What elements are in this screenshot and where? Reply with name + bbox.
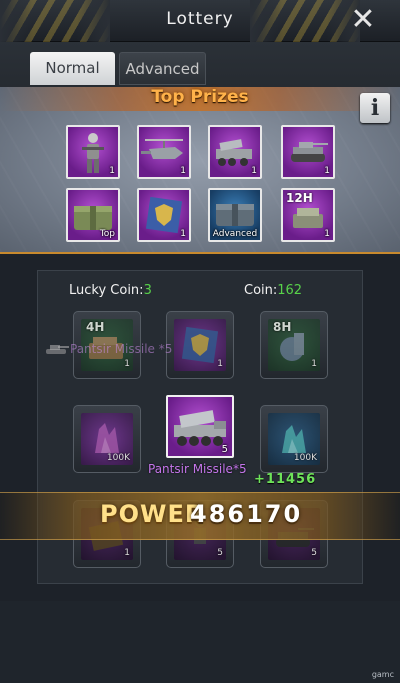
prize-advanced-crate[interactable]: Advanced: [208, 188, 262, 242]
board-slot-3[interactable]: 8H 1: [260, 311, 328, 379]
prize-qty: 1: [180, 229, 186, 239]
prize-speedup[interactable]: 12H 1: [281, 188, 335, 242]
lucky-coin-counter: Lucky Coin:3: [69, 283, 152, 298]
power-value: 486170: [190, 500, 303, 528]
tab-advanced[interactable]: Advanced: [119, 52, 206, 85]
tabs-bar: Normal Advanced: [0, 42, 400, 87]
prize-qty: 1: [324, 229, 330, 239]
watermark: gamc: [371, 670, 394, 679]
board-slot-2[interactable]: 1: [166, 311, 234, 379]
prize-qty: 1: [324, 166, 330, 176]
prize-soldier[interactable]: 1: [66, 125, 120, 179]
top-prizes-panel: Top Prizes i: [0, 87, 400, 254]
bottom-area: [0, 601, 400, 683]
lucky-coin-value: 3: [143, 283, 152, 298]
top-prizes-title: Top Prizes: [0, 87, 400, 111]
slot-qty: 5: [217, 548, 223, 558]
board-slot-4[interactable]: 100K: [73, 405, 141, 473]
power-label: POWER: [100, 500, 205, 528]
prize-qty: 1: [180, 166, 186, 176]
prize-top-crate[interactable]: Top: [66, 188, 120, 242]
prize-tag: Advanced: [212, 229, 258, 239]
slot-qty: 100K: [293, 453, 317, 463]
coin-value: 162: [277, 283, 303, 298]
header-bar: Lottery ✕: [0, 0, 400, 42]
tab-normal[interactable]: Normal: [30, 52, 115, 85]
reward-caption: Pantsir Missile*5: [148, 462, 247, 476]
prize-hours: 12H: [286, 191, 313, 205]
selected-reward[interactable]: 5: [166, 395, 234, 458]
ghost-reward-caption: Pantsir Missile *5: [70, 342, 173, 356]
prize-qty: 1: [109, 166, 115, 176]
page-title: Lottery: [166, 9, 234, 29]
coin-label: Coin:: [244, 283, 278, 298]
board-slot-5[interactable]: 100K: [260, 405, 328, 473]
slot-hours: 4H: [86, 320, 105, 334]
slot-qty: 1: [311, 359, 317, 369]
prize-helicopter[interactable]: 1: [137, 125, 191, 179]
prize-tank[interactable]: 1: [281, 125, 335, 179]
power-delta: +11456: [254, 472, 317, 487]
slot-qty: 1: [124, 548, 130, 558]
tank-icon: [46, 345, 69, 354]
coin-counter: Coin:162: [244, 283, 302, 298]
selected-qty: 5: [221, 444, 228, 455]
close-icon[interactable]: ✕: [348, 5, 378, 36]
slot-qty: 100K: [106, 453, 130, 463]
info-button[interactable]: i: [360, 93, 390, 123]
slot-qty: 1: [124, 359, 130, 369]
slot-hours: 8H: [273, 320, 292, 334]
prize-shield-badge[interactable]: 1: [137, 188, 191, 242]
prize-missile-truck[interactable]: 1: [208, 125, 262, 179]
slot-qty: 1: [217, 359, 223, 369]
prize-qty: 1: [251, 166, 257, 176]
slot-qty: 5: [311, 548, 317, 558]
prize-tag: Top: [99, 229, 115, 239]
lucky-coin-label: Lucky Coin:: [69, 283, 144, 298]
